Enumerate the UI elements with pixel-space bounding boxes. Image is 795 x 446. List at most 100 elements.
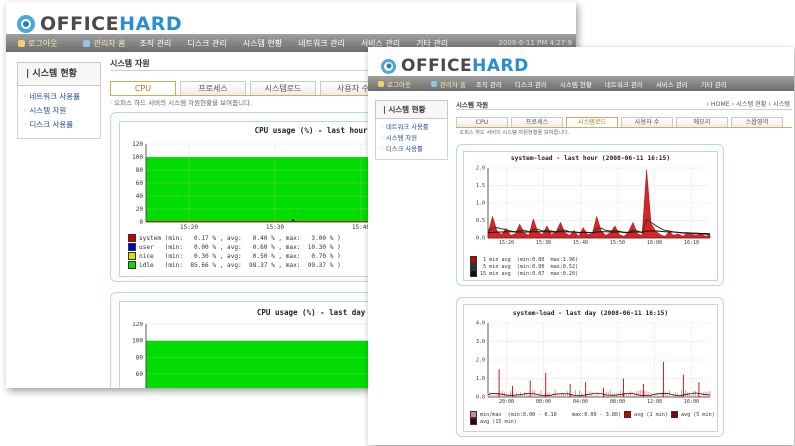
legend-swatch-minmax — [470, 411, 477, 418]
y-tick-label: 100 — [132, 154, 143, 161]
page-description: · 오피스 하드 서버의 시스템 자원현황을 보여줍니다. — [110, 99, 253, 107]
legend-swatch-idle — [128, 261, 136, 269]
sidebar-title: | 시스템 현황 — [17, 62, 101, 86]
y-tick-label: 1.5 — [476, 183, 485, 189]
x-tick-label: 12:00 — [647, 399, 662, 405]
legend-swatch-5min — [470, 263, 477, 270]
logo-office-text: OFFICE — [40, 13, 120, 35]
legend-user: user (min: 0.00 % , avg: 0.60 % , max: 1… — [128, 243, 341, 251]
admin-home-label: 관리자 홈 — [93, 38, 126, 48]
menu-disk[interactable]: 디스크 관리 — [187, 38, 226, 49]
legend-swatch-avg15 — [470, 418, 477, 425]
legend-minmax: min/max (min:0.00 - 0.10 max:0.00 - 3.80… — [470, 411, 715, 418]
sidebar-item-system[interactable]: 시스템 자원 — [381, 133, 447, 144]
sidebar-item-disk[interactable]: 디스크 사용률 — [381, 144, 447, 155]
y-tick-label: 0 — [139, 219, 143, 226]
legend-swatch-system — [128, 234, 136, 242]
legend-nice: nice (min: 0.30 % , avg: 0.50 % , max: 0… — [128, 252, 341, 260]
front-window: OFFICEHARD 로그아웃 관리자 홈 조직 관리 디스크 관리 시스템 현… — [368, 47, 794, 445]
menu-network[interactable]: 네트워크 관리 — [605, 79, 643, 89]
legend-1min: 1 min avg (min:0.00 max:1.96) — [470, 256, 578, 263]
y-tick-label: 0.0 — [476, 236, 485, 242]
logo-office-text: OFFICE — [401, 56, 473, 76]
tab-system-load[interactable]: 시스템로드 — [250, 81, 316, 96]
y-tick-label: 40 — [136, 193, 144, 200]
menu-system[interactable]: 시스템 현황 — [560, 79, 592, 89]
menu-etc[interactable]: 기타 관리 — [701, 79, 727, 89]
x-tick-label: 16:10 — [684, 240, 699, 246]
x-tick-label: 15:20 — [499, 240, 514, 246]
y-tick-label: 0.0 — [476, 395, 485, 401]
y-tick-label: 1.0 — [476, 376, 485, 382]
menu-system[interactable]: 시스템 현황 — [243, 38, 282, 49]
logo-mark-icon — [381, 58, 396, 74]
y-tick-label: 80 — [136, 167, 144, 174]
x-tick-label: 15:50 — [610, 240, 625, 246]
y-tick-label: 2.0 — [476, 358, 485, 364]
x-tick-label: 00:00 — [536, 399, 551, 405]
y-tick-label: 100 — [132, 338, 143, 345]
admin-home-link[interactable]: 관리자 홈 — [83, 38, 125, 49]
x-tick-label: 16:00 — [647, 240, 662, 246]
logo-hard-text: HARD — [472, 56, 529, 76]
admin-home-label: 관리자 홈 — [439, 80, 466, 89]
legend-avg15: avg (15 min) — [470, 418, 517, 425]
home-icon — [83, 39, 91, 47]
sidebar-title-text: 시스템 현황 — [388, 105, 426, 114]
y-tick-label: 2.0 — [476, 166, 485, 172]
y-tick-label: 20 — [136, 206, 144, 213]
logout-link[interactable]: 로그아웃 — [378, 79, 411, 89]
breadcrumb[interactable]: › HOME › 시스템 현황 › 시스템 — [706, 99, 790, 108]
load-day-title: system-load - last day (2008-06-11 16:15… — [512, 310, 669, 317]
legend-idle: idle (min: 85.66 % , avg: 98.37 % , max:… — [128, 261, 341, 269]
menu-disk[interactable]: 디스크 관리 — [515, 79, 547, 89]
tab-bar: CPU 프로세스 시스템로드 사용자 수 — [110, 81, 390, 96]
user-icon — [18, 39, 25, 47]
x-tick-label: 16:00 — [684, 399, 699, 405]
logout-link[interactable]: 로그아웃 — [18, 38, 57, 49]
x-tick-label: 20:00 — [499, 399, 514, 405]
x-tick-label: 15:30 — [536, 240, 551, 246]
load-hour-panel: system-load - last hour (2008-06-11 16:1… — [456, 144, 724, 286]
logo[interactable]: OFFICEHARD — [17, 13, 182, 35]
menu-service[interactable]: 서비스 관리 — [656, 79, 688, 89]
tab-cpu[interactable]: CPU — [110, 81, 176, 96]
y-tick-label: 60 — [136, 180, 144, 187]
sidebar-item-network[interactable]: 네트워크 사용률 — [381, 122, 447, 133]
logo[interactable]: OFFICEHARD — [381, 56, 529, 76]
y-tick-label: 4.0 — [476, 321, 485, 327]
page-title: 시스템 자원 — [110, 59, 150, 68]
menu-org[interactable]: 조직 관리 — [139, 38, 171, 49]
sidebar-menu: 네트워크 사용률 시스템 자원 디스크 사용률 — [375, 119, 448, 160]
page-description: · 오피스 하드 서버의 시스템 자원현황을 보여줍니다. — [456, 130, 570, 136]
menu-org[interactable]: 조직 관리 — [476, 79, 502, 89]
x-tick-label: 04:00 — [573, 399, 588, 405]
load-hour-title: system-load - last hour (2008-06-11 16:1… — [510, 155, 671, 162]
y-tick-label: 120 — [132, 322, 143, 328]
menu-network[interactable]: 네트워크 관리 — [298, 38, 345, 49]
sidebar-item-system[interactable]: 시스템 자원 — [24, 104, 100, 118]
page-title: 시스템 자원 — [456, 101, 489, 109]
top-menubar: 로그아웃 관리자 홈 조직 관리 디스크 관리 시스템 현황 네트워크 관리 서… — [368, 76, 794, 91]
load-day-graph: system-load - last day (2008-06-11 16:15… — [463, 304, 718, 432]
y-tick-label: 80 — [136, 354, 144, 361]
title-divider — [456, 109, 792, 110]
sidebar-item-disk[interactable]: 디스크 사용률 — [24, 118, 100, 132]
x-tick-label: 15:40 — [573, 240, 588, 246]
logo-mark-icon — [17, 15, 35, 33]
avg-15min-line — [487, 392, 711, 397]
load-day-panel: system-load - last day (2008-06-11 16:15… — [456, 297, 724, 437]
legend-swatch-15min — [470, 270, 477, 277]
y-tick-label: 120 — [132, 141, 143, 148]
x-tick-label: 15:20 — [180, 224, 198, 231]
tab-process[interactable]: 프로세스 — [180, 81, 246, 96]
sidebar-item-network[interactable]: 네트워크 사용률 — [24, 90, 100, 104]
legend-swatch-avg5 — [670, 411, 678, 418]
home-icon — [430, 80, 437, 87]
admin-home-link[interactable]: 관리자 홈 — [430, 79, 466, 89]
logout-label: 로그아웃 — [28, 38, 58, 48]
y-tick-label: 1.0 — [476, 201, 485, 207]
legend-15min: 15 min avg (min:0.07 max:0.20) — [470, 270, 578, 277]
x-tick-label: 15:30 — [266, 224, 284, 231]
load-hour-plot: 0.0 0.5 1.0 1.5 2.0 15:20 15:30 15:40 15:50 16:00… — [476, 166, 711, 246]
